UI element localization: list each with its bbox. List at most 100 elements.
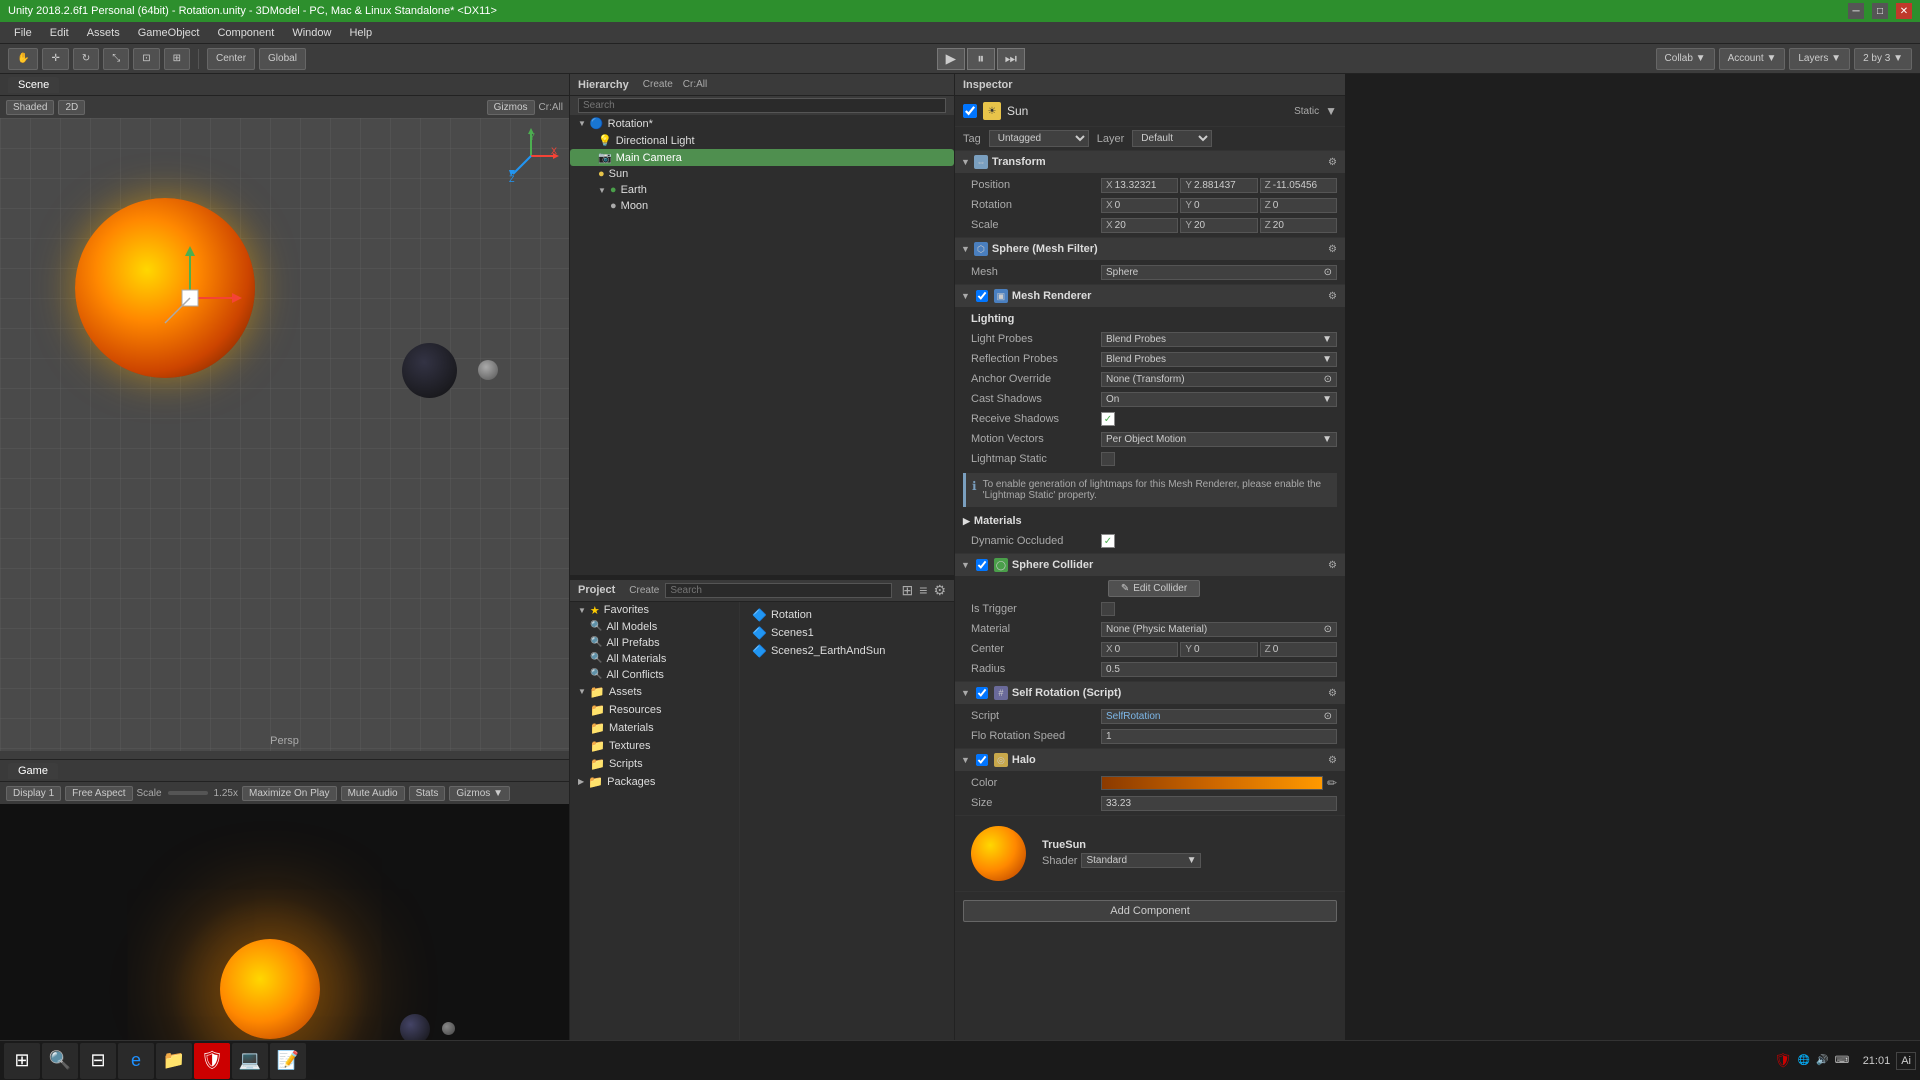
multi-tool[interactable]: ⊞ (164, 48, 190, 70)
halo-enabled-checkbox[interactable] (976, 754, 988, 766)
hierarchy-item-directional-light[interactable]: 💡 Directional Light (570, 132, 954, 149)
center-x-field[interactable]: X0 (1101, 642, 1178, 657)
lightmap-static-checkbox[interactable] (1101, 452, 1115, 466)
object-active-checkbox[interactable] (963, 104, 977, 118)
game-view[interactable] (0, 804, 569, 1080)
scale-x-field[interactable]: X20 (1101, 218, 1178, 233)
aspect-button[interactable]: Free Aspect (65, 786, 132, 801)
rect-tool[interactable]: ⊡ (133, 48, 159, 70)
tag-select[interactable]: Untagged (989, 130, 1089, 147)
project-search-input[interactable] (665, 583, 891, 598)
transform-header[interactable]: ▼ ⇔ Transform ⚙ (955, 151, 1345, 173)
scale-slider[interactable] (168, 791, 208, 795)
menu-file[interactable]: File (6, 25, 40, 41)
mesh-filter-menu-icon[interactable]: ⚙ (1326, 244, 1339, 255)
edit-collider-button[interactable]: ✎ Sphere Collider Edit Collider (1108, 580, 1200, 597)
materials-header[interactable]: ▶ Materials (955, 511, 1345, 531)
flo-rotation-speed-field[interactable]: 1 (1101, 729, 1337, 744)
hierarchy-item-moon[interactable]: ● Moon (570, 198, 954, 214)
menu-gameobject[interactable]: GameObject (130, 25, 208, 41)
scale-y-field[interactable]: Y20 (1180, 218, 1257, 233)
taskbar-vs-button[interactable]: 💻 (232, 1043, 268, 1079)
dynamic-occluded-checkbox[interactable]: ✓ (1101, 534, 1115, 548)
taskbar-windows-button[interactable]: ⊞ (4, 1043, 40, 1079)
hierarchy-search-input[interactable] (578, 98, 946, 113)
moon-sphere-object[interactable] (478, 360, 498, 380)
cast-shadows-value[interactable]: On ▼ (1101, 392, 1337, 407)
self-rotation-header[interactable]: ▼ # Self Rotation (Script) ⚙ (955, 682, 1345, 704)
sphere-collider-enabled-checkbox[interactable] (976, 559, 988, 571)
menu-assets[interactable]: Assets (79, 25, 128, 41)
shader-value[interactable]: Standard ▼ (1081, 853, 1201, 868)
halo-menu-icon[interactable]: ⚙ (1326, 755, 1339, 766)
gizmos-button[interactable]: Gizmos (487, 100, 535, 115)
menu-component[interactable]: Component (209, 25, 282, 41)
shading-mode-button[interactable]: Shaded (6, 100, 54, 115)
move-gizmo[interactable] (130, 238, 250, 358)
project-all-prefabs[interactable]: 🔍 All Prefabs (570, 635, 739, 651)
2d-button[interactable]: 2D (58, 100, 85, 115)
collider-material-value[interactable]: None (Physic Material) ⊙ (1101, 622, 1337, 637)
project-materials[interactable]: 📁 Materials (570, 719, 739, 737)
project-all-conflicts[interactable]: 🔍 All Conflicts (570, 667, 739, 683)
transform-settings-icon[interactable]: ⚙ (1326, 157, 1339, 168)
hierarchy-item-main-camera[interactable]: 📷 Main Camera (570, 149, 954, 166)
taskbar-search-button[interactable]: 🔍 (42, 1043, 78, 1079)
rotation-y-field[interactable]: Y0 (1180, 198, 1257, 213)
radius-field[interactable]: 0.5 (1101, 662, 1337, 677)
scale-tool[interactable]: ⤡ (103, 48, 129, 70)
taskbar-edge-button[interactable]: e (118, 1043, 154, 1079)
taskbar-taskview-button[interactable]: ⊟ (80, 1043, 116, 1079)
rotation-x-field[interactable]: X0 (1101, 198, 1178, 213)
project-content-rotation[interactable]: 🔷 Rotation (744, 606, 950, 624)
hierarchy-item-sun[interactable]: ● Sun (570, 166, 954, 182)
move-tool[interactable]: ✛ (42, 48, 68, 70)
menu-help[interactable]: Help (341, 25, 380, 41)
project-packages[interactable]: ▶ 📁 Packages (570, 773, 739, 791)
mesh-renderer-header[interactable]: ▼ ▣ Mesh Renderer ⚙ (955, 285, 1345, 307)
receive-shadows-checkbox[interactable]: ✓ (1101, 412, 1115, 426)
close-button[interactable]: ✕ (1896, 3, 1912, 19)
account-button[interactable]: Account ▼ (1719, 48, 1786, 70)
pivot-button[interactable]: Center (207, 48, 255, 70)
halo-color-picker-icon[interactable]: ✏ (1327, 776, 1337, 790)
reflection-probes-value[interactable]: Blend Probes ▼ (1101, 352, 1337, 367)
maximize-button[interactable]: □ (1872, 3, 1888, 19)
add-component-button[interactable]: Add Component (963, 900, 1337, 922)
ai-label[interactable]: Ai (1896, 1052, 1916, 1070)
mesh-filter-header[interactable]: ▼ ⬡ Sphere (Mesh Filter) ⚙ (955, 238, 1345, 260)
mesh-renderer-enabled-checkbox[interactable] (976, 290, 988, 302)
hand-tool[interactable]: ✋ (8, 48, 38, 70)
light-probes-value[interactable]: Blend Probes ▼ (1101, 332, 1337, 347)
earth-sphere-object[interactable] (402, 343, 457, 398)
collab-button[interactable]: Collab ▼ (1656, 48, 1715, 70)
position-x-field[interactable]: X13.32321 (1101, 178, 1178, 193)
layers-button[interactable]: Layers ▼ (1789, 48, 1850, 70)
tab-game[interactable]: Game (8, 763, 58, 779)
project-content-scenes2[interactable]: 🔷 Scenes2_EarthAndSun (744, 642, 950, 660)
project-all-models[interactable]: 🔍 All Models (570, 619, 739, 635)
self-rotation-enabled-checkbox[interactable] (976, 687, 988, 699)
project-textures[interactable]: 📁 Textures (570, 737, 739, 755)
maximize-on-play[interactable]: Maximize On Play (242, 786, 337, 801)
project-resources[interactable]: 📁 Resources (570, 701, 739, 719)
motion-vectors-value[interactable]: Per Object Motion ▼ (1101, 432, 1337, 447)
layer-select[interactable]: Default (1132, 130, 1212, 147)
mesh-value[interactable]: Sphere ⊙ (1101, 265, 1337, 280)
project-all-materials[interactable]: 🔍 All Materials (570, 651, 739, 667)
hierarchy-item-earth[interactable]: ▼ ● Earth (570, 182, 954, 198)
sphere-collider-header[interactable]: ▼ ◯ Sphere Collider ⚙ (955, 554, 1345, 576)
taskbar-notepad-button[interactable]: 📝 (270, 1043, 306, 1079)
rotate-tool[interactable]: ↻ (73, 48, 99, 70)
center-z-field[interactable]: Z0 (1260, 642, 1337, 657)
static-dropdown-icon[interactable]: ▼ (1325, 104, 1337, 118)
step-button[interactable]: ⏭ (997, 48, 1025, 70)
hierarchy-item-rotation[interactable]: ▼ 🔵 Rotation* (570, 115, 954, 132)
minimize-button[interactable]: ─ (1848, 3, 1864, 19)
space-button[interactable]: Global (259, 48, 306, 70)
project-assets[interactable]: ▼ 📁 Assets (570, 683, 739, 701)
stats-button[interactable]: Stats (409, 786, 446, 801)
position-z-field[interactable]: Z-11.05456 (1260, 178, 1337, 193)
menu-edit[interactable]: Edit (42, 25, 77, 41)
project-content-scenes1[interactable]: 🔷 Scenes1 (744, 624, 950, 642)
